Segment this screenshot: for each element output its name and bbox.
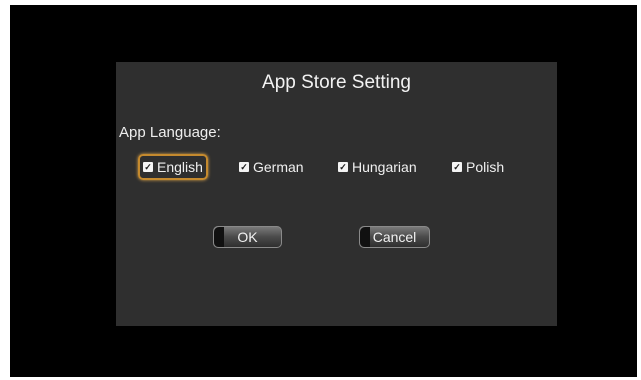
language-option-english[interactable]: ✓ English [138,154,208,180]
ok-button-label: OK [237,229,258,245]
language-option-label: Polish [466,159,505,175]
ok-button[interactable]: OK [213,226,282,248]
checkbox-checked-icon: ✓ [338,162,348,172]
checkbox-checked-icon: ✓ [239,162,249,172]
language-option-polish[interactable]: ✓ Polish [449,156,507,178]
checkbox-checked-icon: ✓ [143,162,153,172]
language-option-label: German [253,159,304,175]
language-option-label: Hungarian [352,159,417,175]
language-option-hungarian[interactable]: ✓ Hungarian [335,156,420,178]
language-option-german[interactable]: ✓ German [236,156,307,178]
cancel-button[interactable]: Cancel [359,226,430,248]
cancel-button-label: Cancel [372,229,417,245]
checkbox-checked-icon: ✓ [452,162,462,172]
app-language-label: App Language: [119,124,221,141]
screen-frame: App Store Setting App Language: ✓ Englis… [0,0,641,380]
dialog-title: App Store Setting [262,72,411,93]
language-option-label: English [157,159,203,175]
app-store-setting-dialog: App Store Setting App Language: ✓ Englis… [116,62,557,326]
